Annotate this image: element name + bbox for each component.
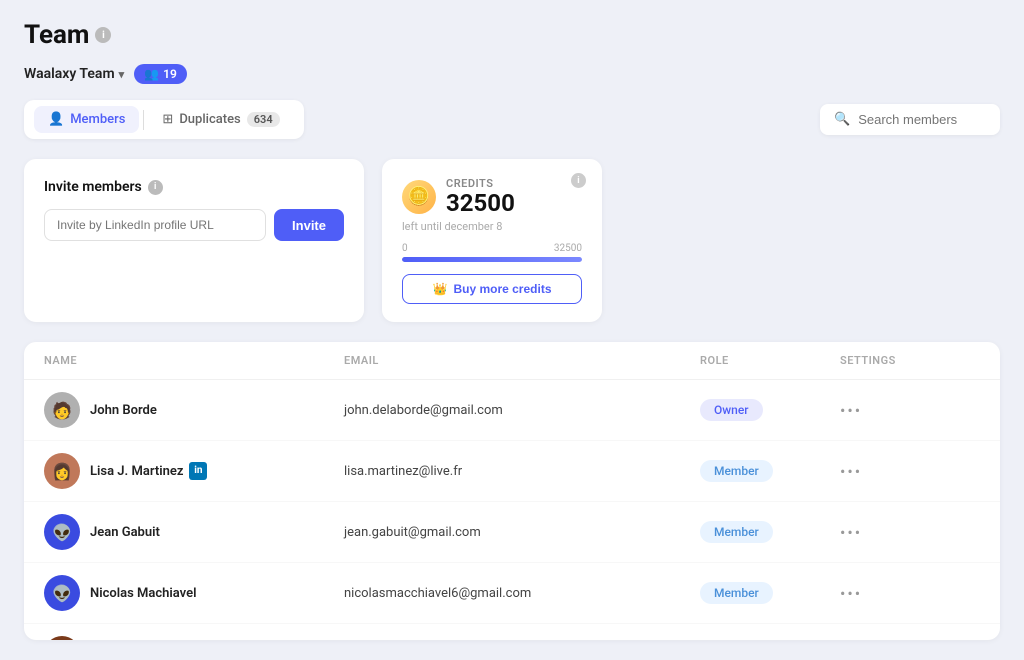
credits-subtitle: left until december 8 [402,220,582,233]
search-icon: 🔍 [834,112,850,127]
linkedin-icon: in [189,462,207,480]
member-email: jean.gabuit@gmail.com [344,525,700,540]
members-count-badge: 👥 19 [134,64,187,84]
member-email: john.delaborde@gmail.com [344,403,700,418]
member-name: Jean Gabuit [90,525,160,540]
avatar: 👩 [44,453,80,489]
credits-progress-bar [402,257,582,262]
invite-button[interactable]: Invite [274,209,344,241]
role-badge: Member [700,460,773,482]
col-email-header: EMAIL [344,354,700,367]
table-row: 👽 Nicolas Machiavel nicolasmacchiavel6@g… [24,563,1000,624]
members-icon: 👥 [144,67,159,81]
tabs-container: 👤 Members ⊞ Duplicates 634 [24,100,304,139]
credits-header: 🪙 CREDITS 32500 [402,177,582,216]
col-role-header: ROLE [700,354,840,367]
tab-divider [143,110,144,130]
member-name-cell: 👽 Jean Gabuit [44,514,344,550]
team-selector-row: Waalaxy Team ▾ 👥 19 [24,64,1000,84]
role-badge: Member [700,582,773,604]
title-text: Team [24,20,89,50]
settings-menu-button[interactable]: ••• [840,401,960,420]
search-input[interactable] [858,112,986,127]
col-name-header: NAME [44,354,344,367]
avatar: 🧑 [44,392,80,428]
credits-progress-row: 0 32500 [402,243,582,254]
avatar: 🧑 [44,636,80,640]
tab-duplicates[interactable]: ⊞ Duplicates 634 [148,106,293,133]
member-name-cell: 👽 Nicolas Machiavel [44,575,344,611]
credits-label-group: CREDITS 32500 [446,177,582,216]
table-row: 🧑 John Borde john.delaborde@gmail.com Ow… [24,380,1000,441]
role-cell: Member [700,521,840,543]
table-row: 👽 Jean Gabuit jean.gabuit@gmail.com Memb… [24,502,1000,563]
role-cell: Owner [700,399,840,421]
crown-icon: 👑 [433,282,448,296]
tab-duplicates-label: Duplicates [179,112,240,127]
page-container: Team i Waalaxy Team ▾ 👥 19 👤 Members ⊞ D… [0,0,1024,660]
buy-credits-button[interactable]: 👑 Buy more credits [402,274,582,304]
credits-emoji-icon: 🪙 [402,180,436,214]
avatar: 👽 [44,514,80,550]
member-email: nicolasmacchiavel6@gmail.com [344,586,700,601]
member-name: John Borde [90,403,157,418]
col-settings-header: SETTINGS [840,354,960,367]
duplicates-tab-icon: ⊞ [162,112,173,127]
team-name-label: Waalaxy Team [24,66,115,82]
chevron-down-icon: ▾ [119,68,125,81]
table-row: 🧑 Lola Chmela lola.chmela@icloud.com Mem… [24,624,1000,640]
member-name: Lisa J. Martinez in [90,462,207,480]
role-badge: Owner [700,399,763,421]
role-cell: Member [700,460,840,482]
top-cards-row: Invite members i Invite i 🪙 CREDITS 3250… [24,159,1000,322]
tab-members-label: Members [70,112,125,127]
table-header: NAME EMAIL ROLE SETTINGS [24,342,1000,380]
members-count: 19 [163,67,177,81]
avatar: 👽 [44,575,80,611]
table-row-wrapper: 🧑 John Borde john.delaborde@gmail.com Ow… [24,380,1000,640]
credits-bar-min: 0 [402,243,408,254]
search-box: 🔍 [820,104,1000,135]
col-scrollbar-space [960,354,980,367]
credits-info-icon[interactable]: i [571,173,586,188]
table-row: 👩 Lisa J. Martinez in lisa.martinez@live… [24,441,1000,502]
credits-bar-max: 32500 [554,243,582,254]
linkedin-url-input[interactable] [44,209,266,241]
credits-bar-fill [402,257,582,262]
invite-card-title-text: Invite members [44,179,142,195]
members-table: NAME EMAIL ROLE SETTINGS 🧑 John Borde jo… [24,342,1000,640]
invite-card: Invite members i Invite [24,159,364,322]
member-name-cell: 🧑 John Borde [44,392,344,428]
settings-menu-button[interactable]: ••• [840,462,960,481]
credits-icon: 🪙 [408,186,430,207]
page-title: Team i [24,20,1000,50]
credits-card: i 🪙 CREDITS 32500 left until december 8 … [382,159,602,322]
member-name: Nicolas Machiavel [90,586,196,601]
credits-amount: 32500 [446,190,582,216]
team-name-button[interactable]: Waalaxy Team ▾ [24,66,124,82]
buy-credits-label: Buy more credits [453,282,551,296]
invite-info-icon[interactable]: i [148,180,163,195]
member-name-cell: 🧑 Lola Chmela [44,636,344,640]
member-email: lisa.martinez@live.fr [344,464,700,479]
member-name-cell: 👩 Lisa J. Martinez in [44,453,344,489]
tabs-bar: 👤 Members ⊞ Duplicates 634 🔍 [24,100,1000,139]
settings-menu-button[interactable]: ••• [840,584,960,603]
duplicates-count-badge: 634 [247,112,280,127]
members-tab-icon: 👤 [48,112,64,127]
tab-members[interactable]: 👤 Members [34,106,139,133]
settings-menu-button[interactable]: ••• [840,523,960,542]
invite-input-row: Invite [44,209,344,241]
role-cell: Member [700,582,840,604]
invite-card-title: Invite members i [44,179,344,195]
title-info-icon[interactable]: i [95,27,111,43]
role-badge: Member [700,521,773,543]
